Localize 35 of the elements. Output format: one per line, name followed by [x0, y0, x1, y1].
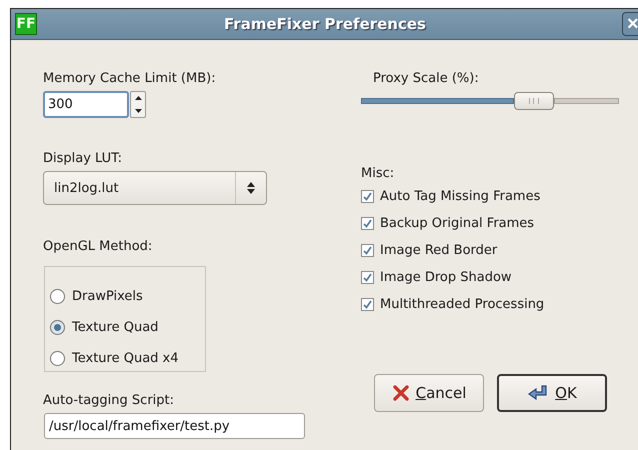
- slider-track: [554, 98, 619, 104]
- checkbox-label[interactable]: Image Drop Shadow: [380, 270, 512, 285]
- spin-buttons[interactable]: [130, 91, 146, 118]
- field-label: Auto-tagging Script:: [43, 392, 174, 410]
- checkbox-label[interactable]: Backup Original Frames: [380, 216, 534, 231]
- radio-label[interactable]: DrawPixels: [72, 289, 143, 304]
- radio-label[interactable]: Texture Quad x4: [72, 351, 179, 366]
- dropdown-arrows-icon: [246, 181, 256, 195]
- input-field[interactable]: /usr/local/framefixer/test.py: [44, 413, 305, 439]
- radio-button[interactable]: [50, 320, 65, 335]
- radio-label[interactable]: Texture Quad: [72, 320, 158, 335]
- radio-button[interactable]: [50, 351, 65, 366]
- cancel-button[interactable]: Cancel: [374, 374, 484, 412]
- slider-handle[interactable]: [514, 92, 554, 110]
- field-label: Display LUT:: [43, 150, 122, 168]
- x-icon: [392, 384, 410, 402]
- checkbox-label[interactable]: Image Red Border: [380, 243, 498, 258]
- checkbox[interactable]: [361, 217, 374, 230]
- return-arrow-icon: [527, 384, 550, 402]
- checkbox[interactable]: [361, 244, 374, 257]
- ok-button[interactable]: OK: [497, 374, 607, 412]
- field-label: Memory Cache Limit (MB):: [43, 70, 216, 88]
- window-title: FrameFixer Preferences: [224, 15, 426, 33]
- field-label: OpenGL Method:: [43, 238, 152, 256]
- field-label: Proxy Scale (%):: [373, 70, 479, 88]
- checkbox[interactable]: [361, 298, 374, 311]
- checkbox[interactable]: [361, 271, 374, 284]
- checkbox-label[interactable]: Auto Tag Missing Frames: [380, 189, 540, 204]
- section-label: Misc:: [361, 165, 394, 183]
- input-field[interactable]: 300: [43, 91, 129, 118]
- app-icon: FF: [15, 13, 37, 35]
- radio-button[interactable]: [50, 289, 65, 304]
- checkbox[interactable]: [361, 190, 374, 203]
- dropdown[interactable]: lin2log.lut: [43, 171, 267, 205]
- checkbox-label[interactable]: Multithreaded Processing: [380, 297, 544, 312]
